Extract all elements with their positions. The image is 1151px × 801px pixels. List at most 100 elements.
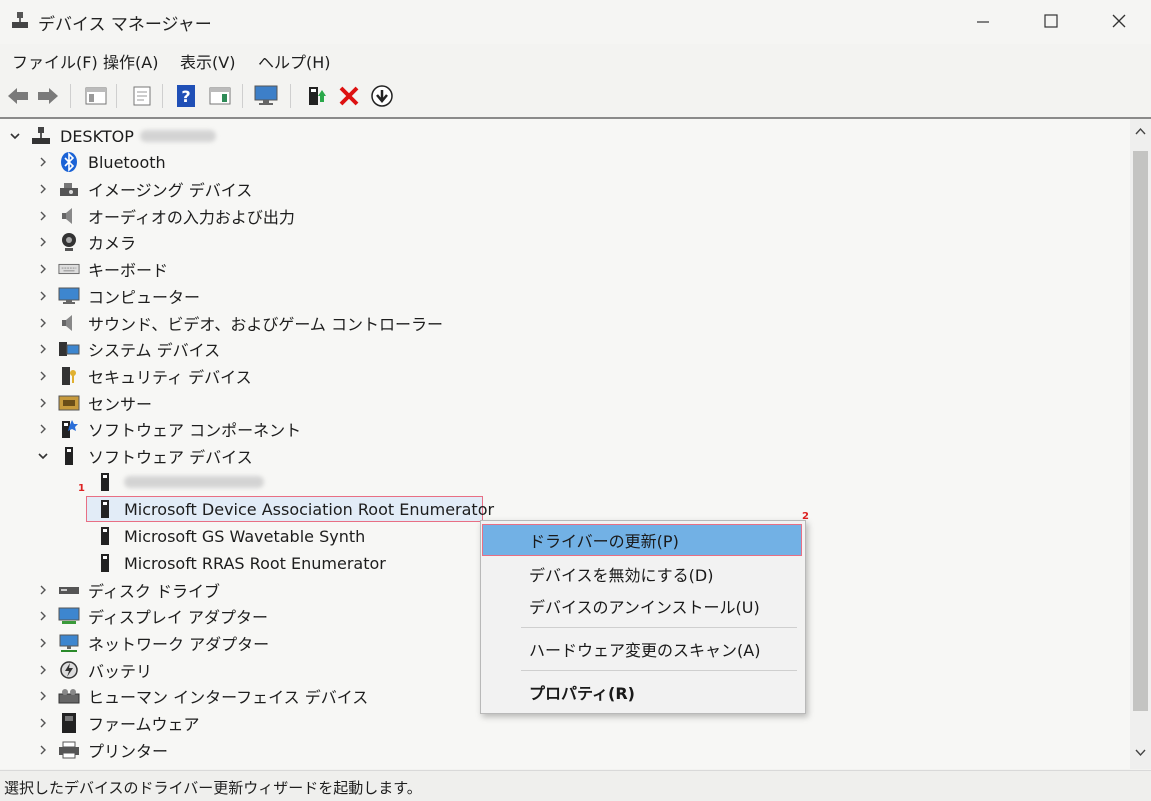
- tree-item-disk-drive[interactable]: ディスク ドライブ: [36, 577, 220, 603]
- chevron-down-icon[interactable]: [36, 449, 50, 463]
- context-item-label: デバイスを無効にする(D): [529, 566, 714, 585]
- print-icon: [133, 86, 151, 106]
- help-button[interactable]: ?: [172, 82, 200, 110]
- tree-root-desktop[interactable]: DESKTOP: [8, 123, 216, 149]
- tree-item-sound-video[interactable]: サウンド、ビデオ、およびゲーム コントローラー: [36, 310, 443, 336]
- chevron-right-icon[interactable]: [36, 609, 50, 623]
- tree-item-software-component[interactable]: ソフトウェア コンポーネント: [36, 416, 301, 442]
- chevron-down-icon[interactable]: [8, 129, 22, 143]
- toolbar-separator: [290, 84, 291, 108]
- tree-item-sensor[interactable]: センサー: [36, 390, 152, 416]
- tree-item-software-device[interactable]: ソフトウェア デバイス: [36, 443, 253, 469]
- tree-item-camera[interactable]: カメラ: [36, 229, 136, 255]
- disk-drive-icon: [58, 579, 80, 601]
- menu-view[interactable]: 表示(V): [180, 49, 235, 73]
- chevron-right-icon[interactable]: [36, 743, 50, 757]
- print-button[interactable]: [128, 82, 156, 110]
- tree-item-bluetooth[interactable]: Bluetooth: [36, 149, 166, 175]
- chevron-right-icon[interactable]: [36, 235, 50, 249]
- chevron-right-icon[interactable]: [36, 663, 50, 677]
- tree-label: サウンド、ビデオ、およびゲーム コントローラー: [88, 315, 444, 334]
- context-item-label: ドライバーの更新(P): [529, 532, 679, 551]
- battery-icon: [58, 659, 80, 681]
- tree-item-ms-device-association[interactable]: Microsoft Device Association Root Enumer…: [94, 496, 494, 522]
- tree-item-keyboard[interactable]: キーボード: [36, 256, 168, 282]
- tree-label: ヒューマン インターフェイス デバイス: [88, 688, 369, 707]
- chevron-right-icon[interactable]: [36, 262, 50, 276]
- back-button[interactable]: [4, 82, 32, 110]
- network-adapter-icon: [58, 632, 80, 654]
- chevron-right-icon[interactable]: [36, 396, 50, 410]
- tree-label: Bluetooth: [88, 152, 166, 172]
- tree-scrollbar[interactable]: [1130, 119, 1151, 769]
- menu-action[interactable]: 操作(A): [103, 49, 158, 73]
- chevron-right-icon[interactable]: [36, 583, 50, 597]
- menu-bar: ファイル(F) 操作(A) 表示(V) ヘルプ(H): [0, 44, 1151, 76]
- chevron-right-icon[interactable]: [36, 422, 50, 436]
- tree-item-security[interactable]: セキュリティ デバイス: [36, 363, 252, 389]
- properties-window-button[interactable]: [82, 82, 110, 110]
- chevron-right-icon[interactable]: [36, 209, 50, 223]
- tree-label: Microsoft GS Wavetable Synth: [124, 526, 366, 546]
- tree-item-system[interactable]: システム デバイス: [36, 336, 220, 362]
- device-manager-icon: [12, 12, 28, 28]
- context-update-driver[interactable]: ドライバーの更新(P): [482, 524, 802, 556]
- scroll-down-icon[interactable]: [1135, 749, 1146, 757]
- window-title: デバイス マネージャー: [38, 15, 212, 35]
- scrollbar-thumb[interactable]: [1133, 151, 1148, 711]
- context-menu: ドライバーの更新(P) デバイスを無効にする(D) デバイスのアンインストール(…: [480, 520, 806, 714]
- chevron-right-icon[interactable]: [36, 369, 50, 383]
- tree-item-display-adapter[interactable]: ディスプレイ アダプター: [36, 603, 268, 629]
- help-icon: ?: [177, 85, 195, 107]
- tree-item-firmware[interactable]: ファームウェア: [36, 710, 200, 736]
- chevron-right-icon[interactable]: [36, 636, 50, 650]
- toolbar-separator: [116, 84, 117, 108]
- tree-item-printer[interactable]: プリンター: [36, 737, 168, 763]
- context-disable-device[interactable]: デバイスを無効にする(D): [483, 559, 801, 589]
- context-uninstall-device[interactable]: デバイスのアンインストール(U): [483, 591, 801, 621]
- tree-item-ms-rras[interactable]: Microsoft RRAS Root Enumerator: [94, 550, 386, 576]
- tree-label: コンピューター: [88, 288, 201, 307]
- chevron-right-icon[interactable]: [36, 716, 50, 730]
- tree-label: Microsoft Device Association Root Enumer…: [124, 499, 495, 519]
- view-icon: [209, 87, 231, 105]
- imaging-device-icon: [58, 178, 80, 200]
- close-button[interactable]: [1096, 6, 1142, 36]
- firmware-icon: [58, 712, 80, 734]
- tree-item-battery[interactable]: バッテリ: [36, 657, 152, 683]
- software-component-icon: [58, 418, 80, 440]
- maximize-button[interactable]: [1028, 6, 1074, 36]
- chevron-right-icon[interactable]: [36, 689, 50, 703]
- view-button[interactable]: [206, 82, 234, 110]
- uninstall-button[interactable]: [335, 82, 363, 110]
- scroll-up-icon[interactable]: [1135, 127, 1146, 135]
- chevron-right-icon[interactable]: [36, 182, 50, 196]
- tree-item-hid[interactable]: ヒューマン インターフェイス デバイス: [36, 683, 368, 709]
- tree-item-ms-gs-wavetable[interactable]: Microsoft GS Wavetable Synth: [94, 523, 365, 549]
- tree-item-imaging[interactable]: イメージング デバイス: [36, 176, 252, 202]
- chevron-right-icon[interactable]: [36, 155, 50, 169]
- context-properties[interactable]: プロパティ(R): [483, 677, 801, 707]
- tree-item-audio-io[interactable]: オーディオの入力および出力: [36, 203, 295, 229]
- chevron-right-icon[interactable]: [36, 342, 50, 356]
- enable-device-button[interactable]: [368, 82, 396, 110]
- tree-item-redacted-device[interactable]: [94, 469, 264, 495]
- software-device-icon: [58, 445, 80, 467]
- computer-tree-icon: [30, 125, 52, 147]
- software-device-icon: [94, 552, 116, 574]
- menu-help[interactable]: ヘルプ(H): [258, 49, 331, 73]
- update-driver-button[interactable]: [302, 82, 330, 110]
- tree-label: ディスク ドライブ: [88, 582, 220, 601]
- close-icon: [1112, 14, 1126, 28]
- context-scan-hardware[interactable]: ハードウェア変更のスキャン(A): [483, 634, 801, 664]
- minimize-button[interactable]: [960, 6, 1006, 36]
- tree-label: オーディオの入力および出力: [88, 208, 295, 227]
- menu-file[interactable]: ファイル(F): [12, 49, 98, 73]
- chevron-right-icon[interactable]: [36, 316, 50, 330]
- bluetooth-icon: [58, 151, 80, 173]
- tree-item-computer[interactable]: コンピューター: [36, 283, 200, 309]
- forward-button[interactable]: [34, 82, 62, 110]
- scan-hardware-button[interactable]: [252, 82, 280, 110]
- tree-item-network-adapter[interactable]: ネットワーク アダプター: [36, 630, 269, 656]
- chevron-right-icon[interactable]: [36, 289, 50, 303]
